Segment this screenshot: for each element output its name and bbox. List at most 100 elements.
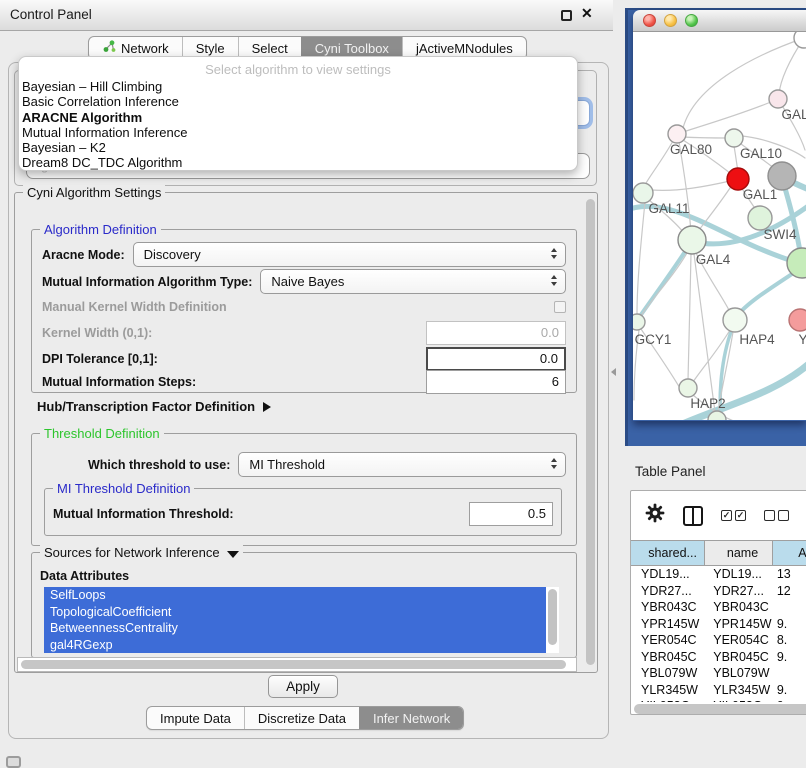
close-traffic-light[interactable] bbox=[643, 14, 656, 27]
zoom-traffic-light[interactable] bbox=[685, 14, 698, 27]
hub-definition-expander[interactable]: Hub/Transcription Factor Definition bbox=[37, 399, 271, 414]
gear-icon[interactable] bbox=[645, 503, 665, 528]
table-cell: YER054C bbox=[705, 632, 773, 649]
aracne-mode-label: Aracne Mode: bbox=[42, 248, 125, 262]
table-row[interactable]: YER054CYER054C8. bbox=[631, 632, 806, 649]
network-canvas[interactable]: GALGAL80GAL10GAL1GAL11SWI4GAL4GCY1HAP4YH… bbox=[633, 32, 806, 420]
table-row[interactable]: YDR27...YDR27...12 bbox=[631, 583, 806, 600]
node-label-y: Y bbox=[798, 332, 806, 347]
table-row[interactable]: YIL052CYIL052C9 bbox=[631, 698, 806, 702]
close-icon[interactable]: ✕ bbox=[581, 5, 593, 22]
column-header-name[interactable]: name bbox=[705, 541, 773, 565]
attribute-item-gal4rgexp[interactable]: gal4RGexp bbox=[44, 637, 546, 654]
network-edge bbox=[737, 268, 801, 316]
table-row[interactable]: YPR145WYPR145W9. bbox=[631, 616, 806, 633]
scrollbar-thumb[interactable] bbox=[548, 589, 557, 645]
network-node-gal[interactable] bbox=[769, 90, 787, 108]
network-node[interactable] bbox=[768, 162, 796, 190]
tab-impute-data[interactable]: Impute Data bbox=[147, 707, 244, 729]
kernel-width-field[interactable]: 0.0 bbox=[426, 321, 566, 345]
splitter-handle-icon[interactable] bbox=[611, 368, 616, 376]
tab-discretize-data[interactable]: Discretize Data bbox=[244, 707, 359, 729]
cyni-bottom-tabbar: Impute DataDiscretize DataInfer Network bbox=[146, 706, 464, 730]
algorithm-option-bayesian-hill-climbing[interactable]: Bayesian – Hill Climbing bbox=[19, 79, 577, 94]
split-columns-icon[interactable] bbox=[683, 506, 703, 526]
sources-title[interactable]: Sources for Network Inference bbox=[40, 545, 243, 560]
network-node-gcy1[interactable] bbox=[633, 314, 645, 330]
mi-steps-row: Mutual Information Steps: 6 bbox=[42, 370, 566, 393]
network-node-gal11[interactable] bbox=[633, 183, 653, 203]
algorithm-dropdown-popup: Select algorithm to view settings Bayesi… bbox=[18, 56, 578, 171]
scrollbar-thumb[interactable] bbox=[634, 704, 806, 714]
column-header-a[interactable]: A bbox=[773, 541, 806, 565]
algorithm-option-basic-correlation-inference[interactable]: Basic Correlation Inference bbox=[19, 94, 577, 109]
combo-arrows-icon bbox=[551, 248, 558, 259]
table-toolbar: ✓ ✓ bbox=[631, 491, 806, 540]
which-threshold-value: MI Threshold bbox=[249, 457, 325, 472]
apply-button[interactable]: Apply bbox=[268, 675, 338, 698]
settings-horizontal-scrollbar[interactable] bbox=[17, 657, 577, 672]
select-all-columns-icon[interactable]: ✓ ✓ bbox=[721, 510, 746, 521]
collapse-arrow-icon bbox=[227, 551, 239, 558]
table-row[interactable]: YDL19...YDL19...13 bbox=[631, 566, 806, 583]
which-threshold-label: Which threshold to use: bbox=[88, 458, 230, 472]
table-horizontal-scrollbar[interactable] bbox=[631, 703, 806, 715]
network-window: GALGAL80GAL10GAL1GAL11SWI4GAL4GCY1HAP4YH… bbox=[633, 10, 806, 421]
mi-steps-field[interactable]: 6 bbox=[426, 370, 566, 394]
network-node-y[interactable] bbox=[789, 309, 806, 331]
node-label-gal11: GAL11 bbox=[648, 201, 689, 216]
table-row[interactable]: YBL079WYBL079W bbox=[631, 665, 806, 682]
manual-kernel-checkbox[interactable] bbox=[554, 301, 566, 313]
table-cell: YDR27... bbox=[631, 583, 705, 600]
table-cell: YDL19... bbox=[631, 566, 705, 583]
scrollbar-thumb[interactable] bbox=[21, 660, 566, 669]
dock-panel-icon[interactable] bbox=[6, 756, 21, 768]
deselect-all-columns-icon[interactable] bbox=[764, 510, 789, 521]
algorithm-option-dream8-dc-tdc-algorithm[interactable]: Dream8 DC_TDC Algorithm bbox=[19, 155, 577, 170]
network-edge bbox=[734, 146, 738, 171]
dpi-tolerance-label: DPI Tolerance [0,1]: bbox=[42, 352, 158, 366]
table-cell: 9. bbox=[773, 682, 806, 699]
mi-threshold-field[interactable]: 0.5 bbox=[469, 502, 553, 526]
scrollbar-thumb[interactable] bbox=[586, 199, 595, 665]
settings-vertical-scrollbar[interactable] bbox=[586, 199, 595, 665]
network-node[interactable] bbox=[794, 32, 806, 48]
table-cell: YLR345W bbox=[631, 682, 705, 699]
network-node-hap2[interactable] bbox=[679, 379, 697, 397]
minimize-traffic-light[interactable] bbox=[664, 14, 677, 27]
table-row[interactable]: YBR045CYBR045C9. bbox=[631, 649, 806, 666]
network-node-gal80[interactable] bbox=[668, 125, 686, 143]
attribute-item-topologicalcoefficient[interactable]: TopologicalCoefficient bbox=[44, 604, 546, 621]
network-view-background: GALGAL80GAL10GAL1GAL11SWI4GAL4GCY1HAP4YH… bbox=[625, 8, 806, 446]
table-cell: YER054C bbox=[631, 632, 705, 649]
node-label-gal1: GAL1 bbox=[743, 187, 778, 202]
unchecked-box-icon bbox=[778, 510, 789, 521]
mi-type-combo[interactable]: Naive Bayes bbox=[260, 269, 566, 294]
dpi-tolerance-field[interactable]: 0.0 bbox=[426, 347, 566, 371]
threshold-definition-group: Threshold Definition Which threshold to … bbox=[31, 433, 577, 546]
algorithm-option-bayesian-k2[interactable]: Bayesian – K2 bbox=[19, 140, 577, 155]
table-cell: 8. bbox=[773, 632, 806, 649]
algorithm-option-aracne-algorithm[interactable]: ARACNE Algorithm bbox=[19, 110, 577, 125]
mi-threshold-row: Mutual Information Threshold: 0.5 bbox=[53, 501, 553, 526]
network-node-gal10[interactable] bbox=[725, 129, 743, 147]
network-node-hap4[interactable] bbox=[723, 308, 747, 332]
tab-infer-network[interactable]: Infer Network bbox=[359, 707, 463, 729]
aracne-mode-combo[interactable]: Discovery bbox=[133, 242, 566, 267]
float-window-icon[interactable] bbox=[561, 10, 572, 21]
table-cell: 9. bbox=[773, 649, 806, 666]
attribute-item-betweennesscentrality[interactable]: BetweennessCentrality bbox=[44, 620, 546, 637]
algorithm-option-mutual-information-inference[interactable]: Mutual Information Inference bbox=[19, 125, 577, 140]
attributes-scrollbar[interactable] bbox=[546, 587, 559, 653]
table-row[interactable]: YLR345WYLR345W9. bbox=[631, 682, 806, 699]
column-header-shared[interactable]: shared... bbox=[631, 541, 705, 565]
table-panel-title: Table Panel bbox=[635, 464, 706, 479]
mi-type-row: Mutual Information Algorithm Type: Naive… bbox=[42, 269, 566, 294]
table-cell: YIL052C bbox=[631, 698, 705, 702]
mi-threshold-label: Mutual Information Threshold: bbox=[53, 507, 234, 521]
which-threshold-combo[interactable]: MI Threshold bbox=[238, 452, 566, 477]
table-row[interactable]: YBR043CYBR043C bbox=[631, 599, 806, 616]
network-node-gal4[interactable] bbox=[678, 226, 706, 254]
attribute-item-selfloops[interactable]: SelfLoops bbox=[44, 587, 546, 604]
sources-group: Sources for Network Inference Data Attri… bbox=[31, 552, 577, 658]
